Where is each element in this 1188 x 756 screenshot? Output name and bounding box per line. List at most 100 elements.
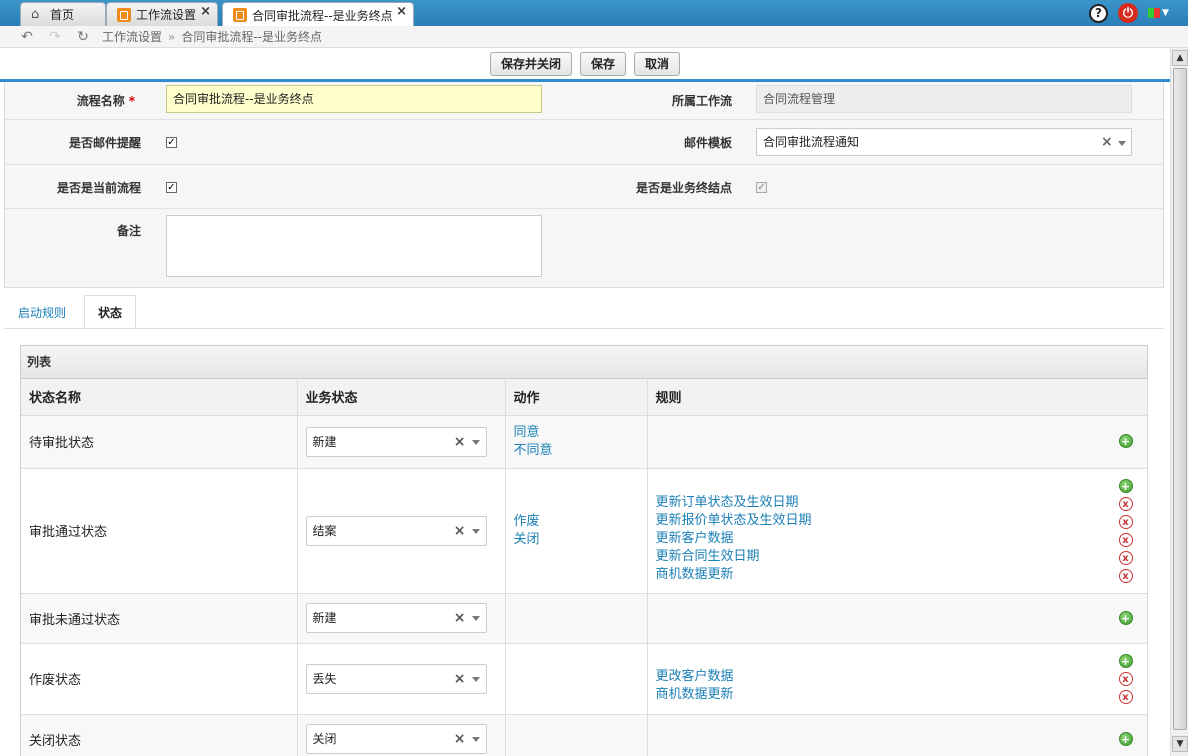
- chevron-down-icon[interactable]: [471, 616, 480, 621]
- close-icon[interactable]: ×: [396, 4, 407, 19]
- scroll-thumb[interactable]: [1173, 68, 1187, 730]
- tab-contract-approval[interactable]: 合同审批流程--是业务终点 ×: [222, 2, 414, 27]
- tab-start-rules[interactable]: 启动规则: [8, 295, 76, 329]
- back-icon[interactable]: ↶: [18, 29, 36, 45]
- delete-icon[interactable]: x: [1118, 532, 1133, 547]
- name-label: 流程名称 *: [76, 94, 135, 108]
- chevron-down-icon[interactable]: [1118, 141, 1126, 146]
- business-status-select[interactable]: 新建 ×: [305, 426, 487, 457]
- tab-divider: [4, 328, 1164, 329]
- breadcrumb-separator: »: [168, 29, 176, 44]
- scroll-down-icon[interactable]: ▼: [1172, 736, 1188, 752]
- flow-name-input[interactable]: 合同审批流程--是业务终点: [166, 85, 542, 113]
- save-button[interactable]: 保存: [579, 51, 626, 76]
- close-icon[interactable]: ×: [200, 4, 211, 19]
- home-icon: ⌂: [31, 6, 40, 22]
- add-icon[interactable]: +: [1118, 610, 1133, 625]
- note-label: 备注: [116, 224, 141, 238]
- document-icon: [233, 8, 247, 22]
- email-remind-label: 是否邮件提醒: [68, 136, 141, 150]
- rule-link[interactable]: 更新订单状态及生效日期: [656, 494, 1147, 512]
- business-status-select[interactable]: 丢失 ×: [305, 663, 487, 694]
- action-link[interactable]: 同意: [514, 424, 647, 442]
- refresh-icon[interactable]: ↻: [74, 29, 92, 45]
- tab-workflow-settings[interactable]: 工作流设置 ×: [106, 2, 218, 26]
- add-icon[interactable]: +: [1118, 478, 1133, 493]
- delete-icon[interactable]: x: [1118, 514, 1133, 529]
- clear-icon[interactable]: ×: [454, 517, 466, 545]
- clear-icon[interactable]: ×: [1101, 134, 1113, 150]
- business-status-select[interactable]: 新建 ×: [305, 603, 487, 633]
- status-name: 审批未通过状态: [21, 593, 298, 644]
- delete-icon[interactable]: x: [1118, 671, 1133, 686]
- business-end-checkbox: ✓: [756, 182, 767, 193]
- business-end-label: 是否是业务终结点: [635, 181, 732, 195]
- workflow-field: 合同流程管理: [756, 85, 1132, 113]
- note-textarea[interactable]: [166, 215, 542, 277]
- help-icon[interactable]: ?: [1089, 3, 1108, 23]
- status-name: 关闭状态: [21, 714, 298, 756]
- chevron-down-icon[interactable]: [471, 676, 480, 682]
- email-remind-checkbox[interactable]: ✓: [166, 137, 177, 148]
- clear-icon[interactable]: ×: [454, 725, 466, 753]
- workflow-label: 所属工作流: [671, 94, 732, 108]
- table-row: 审批通过状态 结案 × 作废 关闭 更新订单状态及生效日期 更新报价单状态及生效日期…: [21, 468, 1148, 594]
- action-link[interactable]: 作废: [514, 513, 647, 531]
- toolbar: 保存并关闭 保存 取消: [0, 48, 1170, 82]
- chevron-down-icon[interactable]: [471, 737, 480, 742]
- email-template-label: 邮件模板: [683, 136, 732, 150]
- table-row: 审批未通过状态 新建 × +: [21, 593, 1148, 644]
- delete-icon[interactable]: x: [1118, 689, 1133, 704]
- grid-title: 列表: [21, 346, 1147, 379]
- table-row: 作废状态 丢失 × 更改客户数据 商机数据更新 + x x: [21, 643, 1148, 715]
- chevron-down-icon[interactable]: [471, 528, 480, 534]
- add-icon[interactable]: +: [1118, 433, 1133, 448]
- action-link[interactable]: 不同意: [514, 442, 647, 460]
- chevron-down-icon[interactable]: [471, 439, 480, 445]
- clear-icon[interactable]: ×: [454, 428, 466, 456]
- current-flow-checkbox[interactable]: ✓: [166, 182, 177, 193]
- rule-link[interactable]: 更新合同生效日期: [656, 548, 1147, 566]
- status-table: 状态名称 业务状态 动作 规则 待审批状态 新建 × 同意 不同意 + 审批通过状态…: [21, 379, 1148, 756]
- rule-link[interactable]: 更新客户数据: [656, 530, 1147, 548]
- scroll-up-icon[interactable]: ▲: [1172, 50, 1188, 66]
- rule-link[interactable]: 更改客户数据: [656, 668, 1147, 686]
- cancel-button[interactable]: 取消: [634, 51, 681, 76]
- nav-bar: ↶ ↷ ↻ 工作流设置 » 合同审批流程--是业务终点: [0, 26, 1188, 48]
- status-name: 待审批状态: [21, 415, 298, 469]
- tab-status[interactable]: 状态: [84, 295, 136, 329]
- rule-link[interactable]: 更新报价单状态及生效日期: [656, 512, 1147, 530]
- save-close-button[interactable]: 保存并关闭: [489, 51, 572, 76]
- document-icon: [117, 7, 131, 22]
- tab-label: 首页: [50, 8, 75, 22]
- tab-label: 工作流设置: [136, 8, 197, 22]
- add-icon[interactable]: +: [1118, 653, 1133, 668]
- column-header[interactable]: 业务状态: [297, 379, 506, 416]
- add-icon[interactable]: +: [1118, 731, 1133, 746]
- tab-label: 合同审批流程--是业务终点: [252, 8, 393, 23]
- business-status-select[interactable]: 关闭 ×: [305, 724, 487, 754]
- breadcrumb-item[interactable]: 工作流设置: [102, 28, 162, 45]
- theme-switch-icon[interactable]: ▼: [1148, 5, 1174, 21]
- business-status-select[interactable]: 结案 ×: [305, 515, 487, 546]
- status-name: 审批通过状态: [21, 468, 298, 594]
- rule-link[interactable]: 商机数据更新: [656, 566, 1147, 584]
- clear-icon[interactable]: ×: [454, 604, 466, 632]
- delete-icon[interactable]: x: [1118, 550, 1133, 565]
- delete-icon[interactable]: x: [1118, 496, 1133, 511]
- forward-icon[interactable]: ↷: [46, 29, 64, 45]
- action-link[interactable]: 关闭: [514, 531, 647, 549]
- current-flow-label: 是否是当前流程: [56, 181, 141, 195]
- clear-icon[interactable]: ×: [454, 665, 466, 693]
- power-icon[interactable]: ⏻: [1118, 3, 1138, 23]
- status-name: 作废状态: [21, 643, 298, 715]
- email-template-select[interactable]: 合同审批流程通知: [756, 128, 1132, 156]
- vertical-scrollbar[interactable]: ▲ ▼: [1170, 48, 1188, 756]
- rule-link[interactable]: 商机数据更新: [656, 686, 1147, 704]
- column-header[interactable]: 状态名称: [21, 379, 298, 416]
- column-header[interactable]: 动作: [505, 379, 648, 416]
- breadcrumb-item: 合同审批流程--是业务终点: [181, 30, 323, 44]
- tab-home[interactable]: ⌂ 首页: [20, 2, 106, 26]
- column-header[interactable]: 规则: [647, 379, 1148, 416]
- delete-icon[interactable]: x: [1118, 568, 1133, 583]
